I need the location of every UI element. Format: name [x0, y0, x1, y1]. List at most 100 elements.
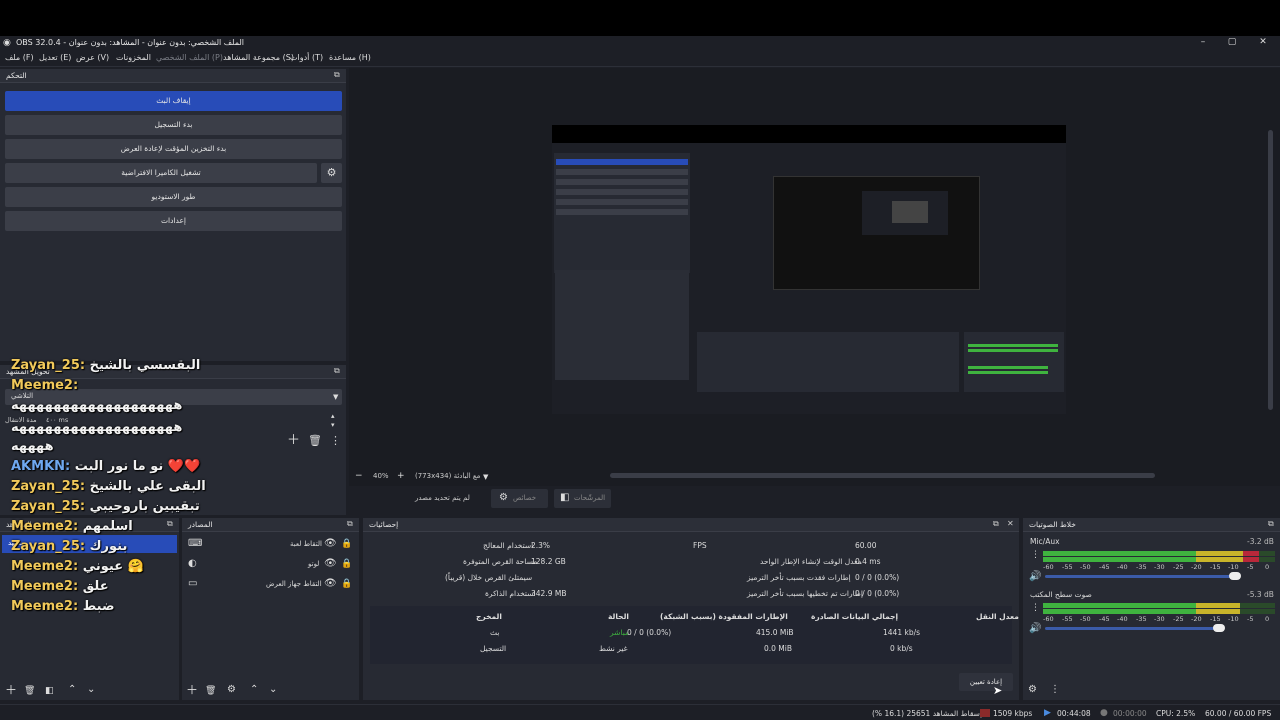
volume-slider-handle[interactable] — [1229, 572, 1241, 580]
move-down-icon[interactable]: ⌄ — [87, 684, 95, 696]
render-time-value: 0.4 ms — [855, 557, 881, 566]
close-button[interactable]: ✕ — [1249, 36, 1277, 50]
record-time: 00:00:00 — [1113, 709, 1147, 718]
preview-scrollbar-vertical[interactable] — [1268, 130, 1273, 410]
nested-button — [556, 169, 688, 175]
stop-stream-button[interactable]: إيقاف البث — [5, 91, 342, 111]
move-down-icon[interactable]: ⌄ — [269, 684, 277, 696]
bitrate-status: 1509 kbps — [993, 709, 1033, 718]
menu-help[interactable]: مساعدة (H) — [329, 53, 371, 62]
chat-username: Meeme2: — [11, 599, 79, 614]
chat-message: Meeme2: عيوني 🤗 — [11, 559, 144, 574]
properties-label: خصائص — [513, 494, 537, 502]
scene-filters-icon[interactable]: ◧ — [45, 685, 54, 697]
menu-tools[interactable]: أدوات (T) — [290, 53, 323, 62]
memory-label: استخدام الذاكرة — [485, 589, 536, 598]
channel-name: صوت سطح المكتب — [1030, 590, 1092, 599]
menu-view[interactable]: عرض (V) — [76, 53, 109, 62]
volume-slider-handle[interactable] — [1213, 624, 1225, 632]
menu-scene-collection[interactable]: مجموعة المشاهد (S) — [223, 53, 294, 62]
chat-message: هههههههههههههههههههه — [11, 420, 182, 435]
move-up-icon[interactable]: ⌃ — [250, 684, 258, 696]
record-icon: ● — [1100, 708, 1108, 718]
add-source-icon[interactable]: ＋ — [186, 684, 198, 696]
meter-tick-label: -60 — [1043, 563, 1054, 571]
minimize-button[interactable]: – — [1189, 36, 1217, 50]
record-status: غير نشط — [599, 644, 628, 653]
controls-header: التحكم ⧉ — [0, 69, 346, 83]
reset-stats-button[interactable]: إعادة تعيين — [959, 673, 1013, 691]
channel-db: -3.2 dB — [1247, 537, 1274, 546]
chat-message: Zayan_25: البقسسي بالشيخ — [11, 358, 200, 373]
mixer-menu-icon[interactable]: ⋮ — [1050, 684, 1060, 696]
stats-title: إحصائيات — [369, 520, 399, 529]
mixer-settings-icon[interactable]: ⚙ — [1028, 684, 1037, 696]
channel-db: -5.3 dB — [1247, 590, 1274, 599]
meter-tick-label: -20 — [1191, 615, 1202, 623]
preview-canvas[interactable] — [552, 125, 1066, 414]
volume-slider-track[interactable] — [1045, 627, 1221, 630]
chat-text: تبقيبين باروحيبي — [89, 499, 200, 514]
menu-file[interactable]: ملف (F) — [5, 53, 34, 62]
properties-button[interactable]: ⚙ خصائص — [491, 489, 548, 508]
memory-value: 342.9 MB — [531, 589, 567, 598]
undock-icon[interactable]: ⧉ — [347, 519, 353, 529]
meter-ticks: -60 -55 -50 -45 -40 -35 -30 -25 -20 -15 -10 -5 0 — [1043, 563, 1275, 571]
menu-docks[interactable]: المخزونات — [116, 53, 151, 62]
chat-message: Meeme2: ضبط — [11, 599, 115, 614]
settings-button[interactable]: إعدادات — [5, 211, 342, 231]
filters-label: المرشّحات — [574, 494, 606, 502]
chat-text: البقسسي بالشيخ — [89, 358, 201, 373]
remove-scene-icon[interactable]: 🗑 — [24, 685, 35, 697]
chat-text: ههههه — [11, 439, 54, 454]
studio-mode-button[interactable]: طور الاستوديو — [5, 187, 342, 207]
filter-icon: ◧ — [560, 492, 570, 503]
meter-tick-label: -40 — [1117, 615, 1128, 623]
chat-message: Meeme2: علق — [11, 579, 109, 594]
stats-dock: إحصائيات ⧉ ✕ استخدام المعالج 2.3% مساحة … — [363, 518, 1019, 700]
add-scene-icon[interactable]: ＋ — [5, 684, 17, 696]
menu-edit[interactable]: تعديل (E) — [39, 53, 71, 62]
virtual-camera-settings-button[interactable]: ⚙ — [321, 163, 342, 183]
meter-tick-label: -45 — [1099, 563, 1110, 571]
stream-total: 415.0 MiB — [756, 628, 794, 637]
speaker-icon[interactable]: 🔊 — [1029, 623, 1041, 635]
nested-stats — [697, 332, 959, 392]
channel-options-icon[interactable]: ⋮ — [1031, 602, 1040, 614]
undock-icon[interactable]: ⧉ — [1268, 519, 1274, 529]
start-recording-button[interactable]: بدء التسجيل — [5, 115, 342, 135]
speaker-icon[interactable]: 🔊 — [1029, 571, 1041, 583]
sources-toolbar: ＋ 🗑 ⚙ ⌃ ⌄ — [182, 682, 359, 700]
remove-source-icon[interactable]: 🗑 — [205, 685, 216, 697]
virtual-camera-button[interactable]: تشغيل الكاميرا الافتراضية — [5, 163, 317, 183]
skipped-frames-label: إطارات تم تخطيها بسبب تأخر الترميز — [747, 589, 863, 598]
maximize-button[interactable]: ▢ — [1218, 36, 1246, 50]
nested-button — [556, 199, 688, 205]
meter-tick-label: -5 — [1247, 563, 1254, 571]
volume-slider-track[interactable] — [1045, 575, 1239, 578]
replay-buffer-button[interactable]: بدء التخزين المؤقت لإعادة العرض — [5, 139, 342, 159]
nested-preview-inner-dark — [892, 201, 928, 223]
move-up-icon[interactable]: ⌃ — [68, 684, 76, 696]
chevron-down-icon[interactable]: ▼ — [483, 471, 488, 483]
meter-tick-label: -10 — [1228, 563, 1239, 571]
chat-message: Meeme2: — [11, 378, 78, 393]
chat-text: نو ما نور البت ❤️❤️ — [74, 459, 201, 474]
source-properties-icon[interactable]: ⚙ — [227, 684, 236, 696]
record-total: 0.0 MiB — [764, 644, 793, 653]
column-header: معدل النقل — [976, 612, 1019, 621]
chat-username: Meeme2: — [11, 378, 79, 393]
meter-tick-label: -20 — [1191, 563, 1202, 571]
zoom-in-icon[interactable]: + — [397, 470, 405, 482]
channel-options-icon[interactable]: ⋮ — [1031, 549, 1040, 561]
filters-button[interactable]: ◧ المرشّحات — [554, 489, 611, 508]
undock-icon[interactable]: ⧉ — [993, 519, 999, 529]
meter-tick-label: 0 — [1265, 563, 1270, 571]
level-meter — [1043, 603, 1275, 608]
zoom-out-icon[interactable]: − — [355, 470, 363, 482]
meter-tick-label: -55 — [1062, 615, 1073, 623]
undock-icon[interactable]: ⧉ — [334, 70, 340, 80]
chat-message: هههههههههههههههههههه — [11, 398, 182, 413]
close-dock-icon[interactable]: ✕ — [1007, 519, 1014, 528]
menu-profile[interactable]: الملف الشخصي (P) — [156, 53, 223, 62]
